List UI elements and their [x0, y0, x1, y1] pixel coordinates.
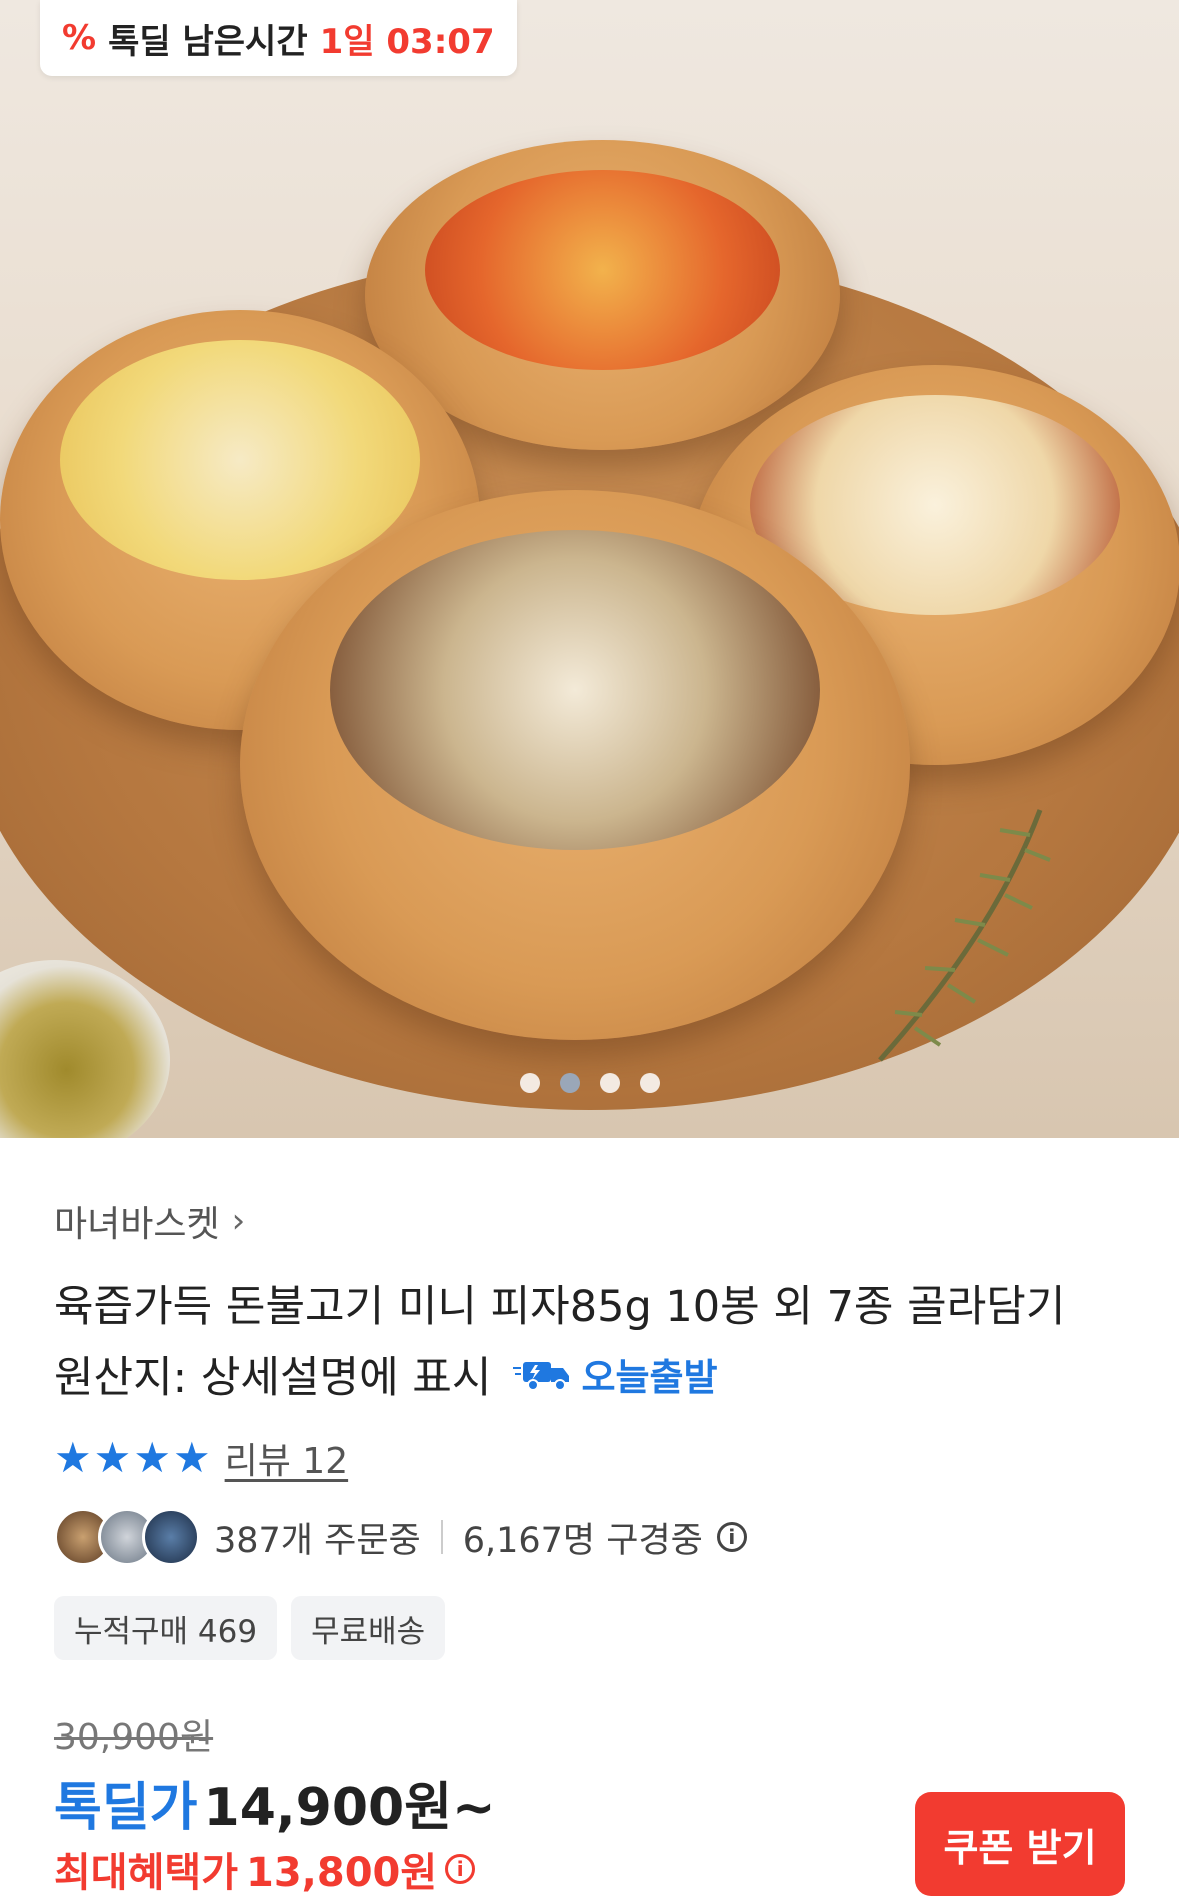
rating-row[interactable]: ★ ★ ★ ★ 리뷰 12: [54, 1432, 348, 1484]
product-title: 육즙가득 돈불고기 미니 피자85g 10봉 외 7종 골라담기: [54, 1282, 1066, 1332]
carousel-dot-active[interactable]: [559, 1073, 580, 1093]
percent-icon: %: [62, 18, 97, 58]
social-proof-row: 387개 주문중 6,167명 구경중 i: [54, 1508, 747, 1566]
star-icon: ★: [54, 1433, 92, 1482]
today-shipping-badge: 오늘출발: [513, 1347, 718, 1401]
orders-count: 387개 주문중: [214, 1520, 421, 1561]
carousel-dot[interactable]: [639, 1073, 660, 1093]
carousel-dot[interactable]: [519, 1073, 540, 1093]
tag-free-shipping: 무료배송: [291, 1596, 446, 1660]
max-benefit-row: 최대혜택가 13,800원 i: [54, 1840, 476, 1898]
product-image-carousel[interactable]: % 톡딜 남은시간 1일 03:07: [0, 0, 1179, 1138]
viewers-count: 6,167명 구경중: [462, 1520, 703, 1561]
tag-list: 누적구매 469 무료배송: [54, 1596, 446, 1660]
product-subtitle-row: 원산지: 상세설명에 표시 오늘출발: [54, 1343, 718, 1405]
original-price: 30,900원: [54, 1717, 214, 1758]
info-icon[interactable]: i: [445, 1854, 476, 1884]
delivery-truck-icon: [513, 1362, 570, 1391]
pizza-image-bulgogi: [240, 490, 910, 1040]
olive-oil-bowl-image: [0, 960, 170, 1138]
review-link[interactable]: 리뷰 12: [225, 1432, 349, 1484]
tag-cumulative-purchase: 누적구매 469: [54, 1596, 278, 1660]
origin-text: 원산지: 상세설명에 표시: [54, 1353, 492, 1403]
get-coupon-button[interactable]: 쿠폰 받기: [915, 1792, 1125, 1896]
max-benefit-label: 최대혜택가: [54, 1850, 238, 1896]
star-icon: ★: [133, 1433, 171, 1482]
chevron-right-icon: ›: [231, 1201, 246, 1241]
timer-label: 톡딜 남은시간: [108, 21, 308, 62]
max-benefit-price: 13,800원: [246, 1850, 438, 1896]
star-rating: ★ ★ ★ ★: [54, 1437, 211, 1479]
seller-name: 마녀바스켓: [54, 1204, 220, 1245]
deal-price-label: 톡딜가: [54, 1778, 198, 1838]
timer-time: 1일 03:07: [319, 21, 495, 62]
divider: [440, 1520, 443, 1554]
avatar: [142, 1508, 200, 1566]
seller-link[interactable]: 마녀바스켓 ›: [54, 1195, 245, 1247]
star-icon: ★: [172, 1433, 211, 1482]
info-icon[interactable]: i: [716, 1522, 747, 1552]
rosemary-image: [878, 809, 1051, 1062]
buyer-avatars: [54, 1508, 200, 1566]
deal-price: 14,900원~: [203, 1778, 496, 1838]
deal-timer-badge: % 톡딜 남은시간 1일 03:07: [40, 0, 517, 76]
deal-price-row: 톡딜가 14,900원~: [54, 1765, 496, 1840]
today-shipping-label: 오늘출발: [581, 1356, 718, 1399]
carousel-dot[interactable]: [599, 1073, 620, 1093]
carousel-indicator: [0, 1073, 1179, 1093]
star-icon: ★: [93, 1433, 132, 1482]
